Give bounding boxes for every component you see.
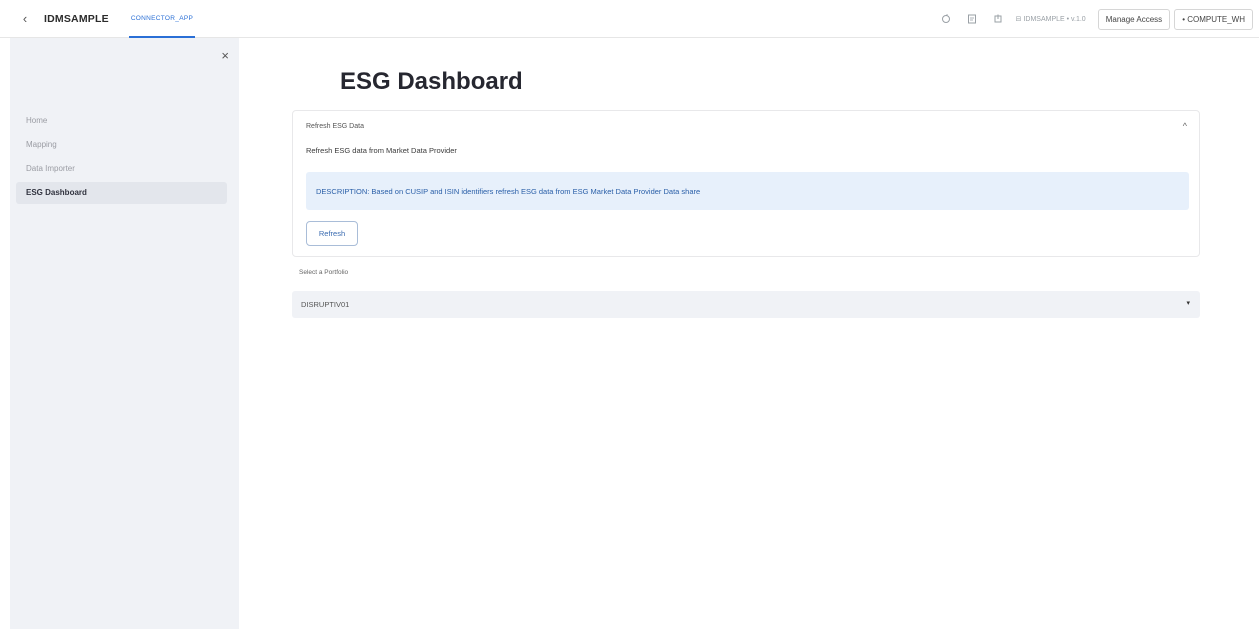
sidebar-item-mapping[interactable]: Mapping [16, 134, 227, 156]
database-label: ⊟ IDMSAMPLE • v.1.0 [1015, 16, 1086, 23]
sidebar-nav: Home Mapping Data Importer ESG Dashboard [16, 110, 227, 206]
sidebar-item-esg-dashboard[interactable]: ESG Dashboard [16, 182, 227, 204]
refresh-expander: Refresh ESG Data ^ Refresh ESG data from… [292, 110, 1200, 257]
app-name: IDMSAMPLE [44, 12, 109, 25]
info-alert: DESCRIPTION: Based on CUSIP and ISIN ide… [306, 172, 1189, 210]
top-bar: ‹ IDMSAMPLE CONNECTOR_APP ⊟ IDMSAMPLE • … [0, 0, 1259, 38]
expander-header[interactable]: Refresh ESG Data [306, 123, 364, 130]
info-alert-text: DESCRIPTION: Based on CUSIP and ISIN ide… [316, 186, 701, 196]
expander-subtitle: Refresh ESG data from Market Data Provid… [306, 146, 457, 155]
chevron-down-icon: ▾ [1186, 300, 1190, 307]
top-bar-actions: ⊟ IDMSAMPLE • v.1.0 Manage Access • COMP… [936, 0, 1253, 38]
refresh-button[interactable]: Refresh [306, 221, 358, 246]
close-icon[interactable]: × [221, 48, 229, 63]
portfolio-select-label: Select a Portfolio [299, 269, 349, 276]
sidebar-item-home[interactable]: Home [16, 110, 227, 132]
manage-access-button[interactable]: Manage Access [1097, 8, 1171, 30]
page-title: ESG Dashboard [340, 68, 523, 95]
warehouse-button[interactable]: • COMPUTE_WH [1174, 8, 1253, 30]
sidebar-item-data-importer[interactable]: Data Importer [16, 158, 227, 180]
share-icon[interactable] [988, 9, 1008, 29]
code-icon[interactable] [962, 9, 982, 29]
app-root: ‹ IDMSAMPLE CONNECTOR_APP ⊟ IDMSAMPLE • … [0, 0, 1259, 629]
tab-connector-app[interactable]: CONNECTOR_APP [128, 0, 196, 38]
chevron-up-icon[interactable]: ^ [1183, 121, 1187, 131]
portfolio-select-value: DISRUPTIV01 [301, 300, 350, 309]
portfolio-select[interactable]: DISRUPTIV01 ▾ [292, 291, 1200, 318]
sidebar: × Home Mapping Data Importer ESG Dashboa… [10, 38, 239, 629]
back-chevron-icon[interactable]: ‹ [18, 11, 32, 26]
refresh-icon[interactable] [936, 9, 956, 29]
